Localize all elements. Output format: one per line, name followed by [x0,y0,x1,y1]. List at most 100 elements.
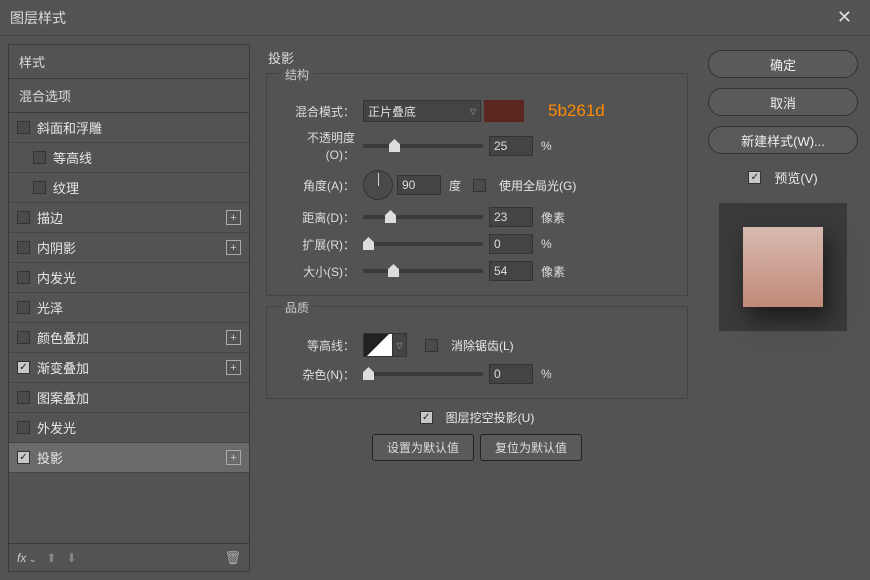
style-checkbox[interactable] [17,301,30,314]
style-item-4[interactable]: 内阴影 + [9,233,249,263]
quality-group: 品质 等高线： ▽ 消除锯齿(L) 杂色(N)： % [266,306,688,399]
quality-group-title: 品质 [281,299,313,316]
angle-input[interactable] [397,175,441,195]
blend-options-header[interactable]: 混合选项 [9,79,249,113]
add-effect-icon[interactable]: + [226,360,241,375]
style-item-5[interactable]: 内发光 [9,263,249,293]
trash-icon[interactable]: 🗑 [224,550,241,566]
spread-unit: % [541,237,552,251]
ok-button[interactable]: 确定 [708,50,858,78]
angle-unit: 度 [449,177,461,194]
style-item-1[interactable]: 等高线 [9,143,249,173]
global-light-checkbox[interactable] [473,179,486,192]
style-item-label: 外发光 [37,418,76,437]
style-checkbox[interactable] [17,451,30,464]
spread-slider[interactable] [363,242,483,246]
knockout-checkbox[interactable] [420,411,433,424]
add-effect-icon[interactable]: + [226,330,241,345]
set-default-button[interactable]: 设置为默认值 [372,434,474,461]
noise-slider[interactable] [363,372,483,376]
style-item-2[interactable]: 纹理 [9,173,249,203]
titlebar: 图层样式 ✕ [0,0,870,36]
distance-slider[interactable] [363,215,483,219]
style-item-label: 图案叠加 [37,388,89,407]
panel-title: 投影 [268,48,688,67]
style-checkbox[interactable] [17,331,30,344]
content: 样式 混合选项 斜面和浮雕等高线纹理描边 + 内阴影 + 内发光光泽颜色叠加 + 渐变叠加 +… [0,36,870,580]
style-item-7[interactable]: 颜色叠加 + [9,323,249,353]
style-item-3[interactable]: 描边 + [9,203,249,233]
style-list: 样式 混合选项 斜面和浮雕等高线纹理描边 + 内阴影 + 内发光光泽颜色叠加 + 渐变叠加 +… [8,44,250,544]
size-unit: 像素 [541,263,565,280]
cancel-button[interactable]: 取消 [708,88,858,116]
style-item-label: 投影 [37,448,63,467]
add-effect-icon[interactable]: + [226,240,241,255]
style-checkbox[interactable] [17,421,30,434]
opacity-input[interactable] [489,136,533,156]
style-item-11[interactable]: 投影 + [9,443,249,473]
style-item-0[interactable]: 斜面和浮雕 [9,113,249,143]
size-input[interactable] [489,261,533,281]
close-icon[interactable]: ✕ [829,3,860,32]
contour-picker[interactable] [363,333,393,357]
distance-unit: 像素 [541,209,565,226]
preview-checkbox[interactable] [748,171,761,184]
structure-group: 结构 混合模式： 正片叠底 ▽ 5b261d 不透明度(O)： % 角度(A)： [266,73,688,296]
style-item-label: 描边 [37,208,63,227]
contour-label: 等高线： [281,337,363,354]
style-checkbox[interactable] [33,181,46,194]
style-checkbox[interactable] [17,271,30,284]
reset-default-button[interactable]: 复位为默认值 [480,434,582,461]
fx-icon[interactable]: fx ⌄ [17,551,36,565]
add-effect-icon[interactable]: + [226,210,241,225]
size-label: 大小(S)： [281,263,363,280]
style-item-6[interactable]: 光泽 [9,293,249,323]
new-style-button[interactable]: 新建样式(W)... [708,126,858,154]
sidebar: 样式 混合选项 斜面和浮雕等高线纹理描边 + 内阴影 + 内发光光泽颜色叠加 + 渐变叠加 +… [8,44,250,572]
antialias-checkbox[interactable] [425,339,438,352]
contour-arrow[interactable]: ▽ [393,333,407,357]
blend-mode-select[interactable]: 正片叠底 ▽ [363,100,481,122]
knockout-label: 图层挖空投影(U) [446,409,535,426]
size-slider[interactable] [363,269,483,273]
styles-header[interactable]: 样式 [9,45,249,79]
style-item-8[interactable]: 渐变叠加 + [9,353,249,383]
main-panel: 投影 结构 混合模式： 正片叠底 ▽ 5b261d 不透明度(O)： % 角度(… [258,44,696,572]
angle-label: 角度(A)： [281,177,363,194]
style-item-label: 内阴影 [37,238,76,257]
global-light-label: 使用全局光(G) [499,177,576,194]
style-item-9[interactable]: 图案叠加 [9,383,249,413]
add-effect-icon[interactable]: + [226,450,241,465]
blend-mode-label: 混合模式： [281,103,363,120]
preview-box [719,203,847,331]
style-item-label: 颜色叠加 [37,328,89,347]
style-checkbox[interactable] [17,361,30,374]
style-item-label: 斜面和浮雕 [37,118,102,137]
style-item-10[interactable]: 外发光 [9,413,249,443]
style-item-label: 内发光 [37,268,76,287]
style-checkbox[interactable] [17,241,30,254]
arrow-down-icon[interactable]: ⬇ [66,551,76,565]
style-checkbox[interactable] [17,391,30,404]
style-item-label: 光泽 [37,298,63,317]
sidebar-footer: fx ⌄ ⬆ ⬇ 🗑 [8,544,250,572]
arrow-up-icon[interactable]: ⬆ [46,551,56,565]
preview-swatch [743,227,823,307]
spread-input[interactable] [489,234,533,254]
style-item-label: 渐变叠加 [37,358,89,377]
style-checkbox[interactable] [17,211,30,224]
noise-unit: % [541,367,552,381]
distance-input[interactable] [489,207,533,227]
opacity-label: 不透明度(O)： [281,129,363,163]
noise-input[interactable] [489,364,533,384]
chevron-down-icon: ▽ [470,107,476,116]
distance-label: 距离(D)： [281,209,363,226]
style-checkbox[interactable] [33,151,46,164]
spread-label: 扩展(R)： [281,236,363,253]
style-checkbox[interactable] [17,121,30,134]
opacity-slider[interactable] [363,144,483,148]
preview-label: 预览(V) [774,168,817,187]
right-panel: 确定 取消 新建样式(W)... 预览(V) [704,44,862,572]
angle-dial[interactable] [363,170,393,200]
shadow-color-swatch[interactable] [484,100,524,122]
